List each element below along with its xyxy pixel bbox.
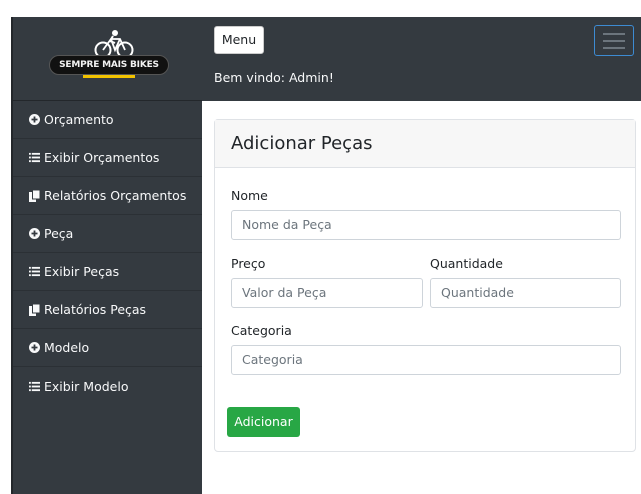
sidebar-item-label: Modelo [44, 340, 90, 355]
categoria-label: Categoria [231, 323, 292, 338]
adicionar-button[interactable]: Adicionar [227, 407, 300, 437]
brand-logo[interactable]: SEMPRE MAIS BIKES [13, 17, 202, 101]
logo-text: SEMPRE MAIS BIKES [49, 55, 169, 75]
left-edge [0, 17, 11, 494]
sidebar-item-label: Relatórios Orçamentos [44, 188, 187, 203]
sidebar-item-modelo[interactable]: Modelo [13, 329, 202, 367]
preco-label: Preço [231, 256, 266, 271]
card-title: Adicionar Peças [215, 120, 635, 168]
sidebar-item-exibir-modelo[interactable]: Exibir Modelo [13, 367, 202, 405]
plus-circle-icon [29, 114, 40, 125]
top-navbar: Menu Bem vindo: Admin! [202, 17, 641, 101]
welcome-text: Bem vindo: Admin! [214, 70, 334, 85]
sidebar-item-label: Orçamento [44, 112, 114, 127]
sidebar-item-peca[interactable]: Peça [13, 215, 202, 253]
top-strip [0, 0, 641, 17]
plus-circle-icon [29, 228, 40, 239]
nome-input[interactable]: Nome da Peça [231, 210, 621, 240]
list-icon [29, 152, 40, 163]
sidebar-item-exibir-pecas[interactable]: Exibir Peças [13, 253, 202, 291]
copy-icon [29, 303, 40, 316]
add-part-card: Adicionar Peças Nome Nome da Peça Preço … [214, 119, 636, 452]
sidebar-item-exibir-orcamentos[interactable]: Exibir Orçamentos [13, 139, 202, 177]
sidebar-item-relatorios-orcamentos[interactable]: Relatórios Orçamentos [13, 177, 202, 215]
quantidade-input[interactable]: Quantidade [430, 278, 621, 308]
sidebar-nav: Orçamento Exibir Orçamentos Relatórios O… [13, 101, 202, 405]
copy-icon [29, 189, 40, 202]
sidebar-item-orcamento[interactable]: Orçamento [13, 101, 202, 139]
preco-input[interactable]: Valor da Peça [231, 278, 423, 308]
hamburger-icon-bar [603, 39, 625, 42]
navbar-toggler-button[interactable] [594, 25, 634, 56]
categoria-input[interactable]: Categoria [231, 345, 621, 375]
plus-circle-icon [29, 342, 40, 353]
sidebar-item-relatorios-pecas[interactable]: Relatórios Peças [13, 291, 202, 329]
sidebar-item-label: Peça [44, 226, 74, 241]
logo-underline [83, 75, 135, 78]
sidebar-item-label: Exibir Peças [44, 264, 120, 279]
quantidade-label: Quantidade [430, 256, 503, 271]
hamburger-icon-bar [603, 46, 625, 49]
nome-label: Nome [231, 188, 268, 203]
hamburger-icon-bar [603, 32, 625, 35]
sidebar-item-label: Exibir Orçamentos [44, 150, 160, 165]
list-icon [29, 266, 40, 277]
sidebar-item-label: Relatórios Peças [44, 302, 147, 317]
list-icon [29, 381, 40, 392]
sidebar-item-label: Exibir Modelo [44, 378, 129, 394]
menu-button[interactable]: Menu [214, 26, 264, 54]
